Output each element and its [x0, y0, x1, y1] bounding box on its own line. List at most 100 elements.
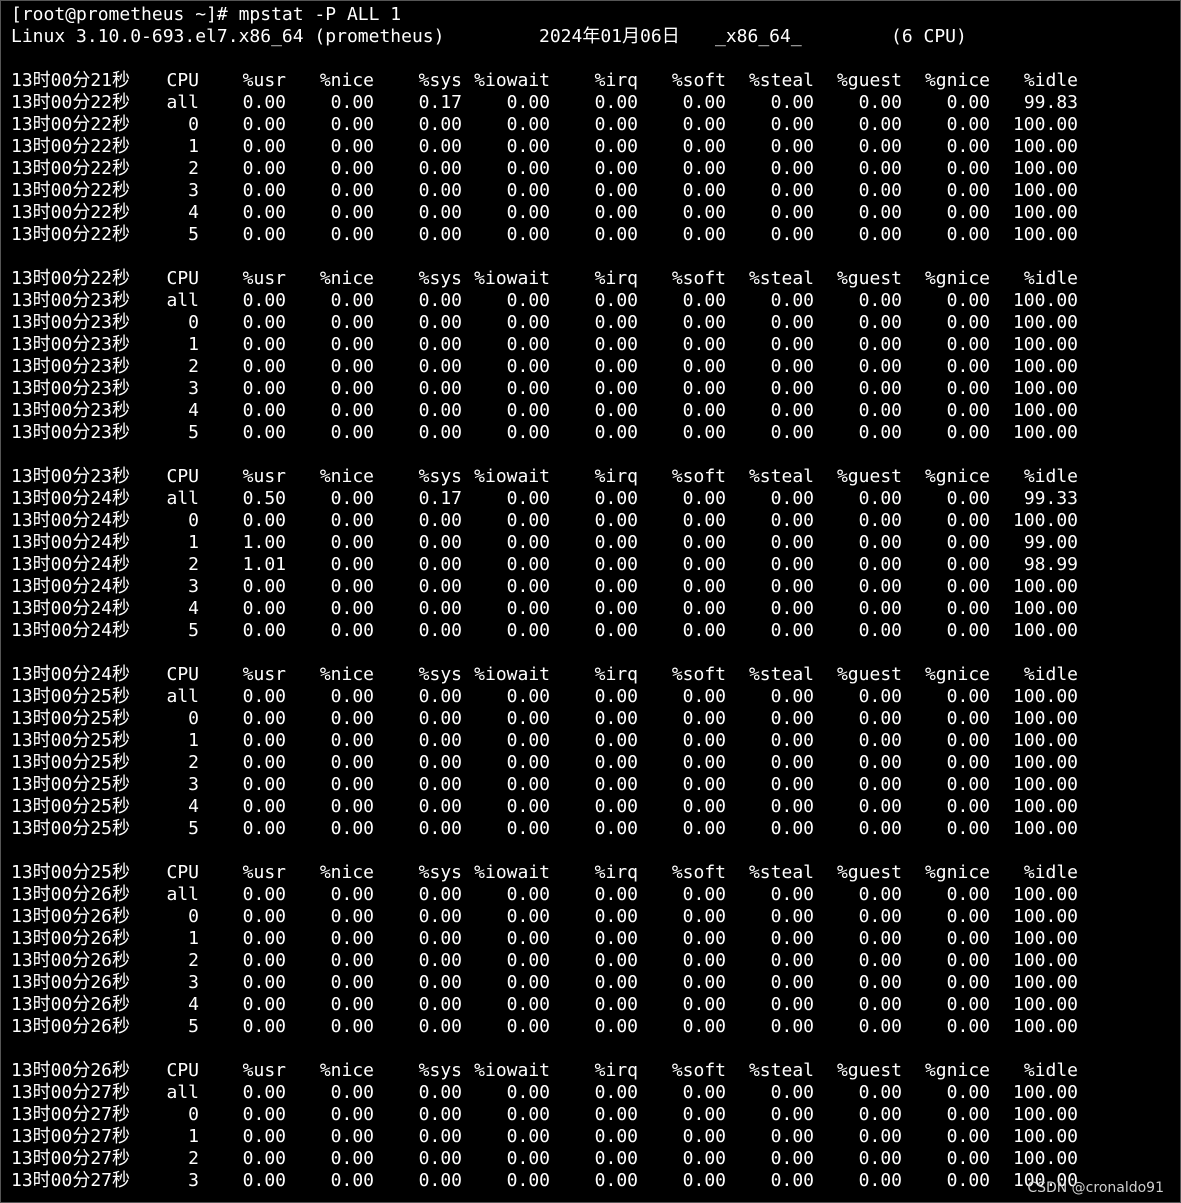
metric-cell: 0.00 [858, 1126, 902, 1147]
metric-cell: 0.00 [330, 400, 374, 421]
metric-cell: 0.17 [418, 92, 462, 113]
watermark: CSDN @cronaldo91 [1027, 1180, 1164, 1196]
table-row: 13时00分27秒 1 0.00 0.00 0.00 0.00 0.00 0.00 0.00 0.… [11, 1126, 1161, 1148]
metric-cell: 0.00 [946, 532, 990, 553]
table-row: 13时00分25秒 5 0.00 0.00 0.00 0.00 0.00 0.00 0.00 0.… [11, 818, 1161, 840]
metric-cell: 0.00 [506, 708, 550, 729]
metric-cell: 0.00 [858, 598, 902, 619]
metric-cell: 0.00 [682, 818, 726, 839]
metric-cell: 0.00 [330, 752, 374, 773]
metric-cell: 0.00 [330, 92, 374, 113]
metric-cell: 0.00 [242, 422, 286, 443]
metric-cell: 0.00 [770, 1082, 814, 1103]
metric-cell: 0.00 [858, 774, 902, 795]
metric-cell: 0.00 [946, 972, 990, 993]
metric-cell: 100.00 [1012, 1126, 1078, 1147]
column-header: %soft [671, 862, 726, 883]
column-header: %sys [418, 268, 462, 289]
column-header: %sys [418, 862, 462, 883]
metric-cell: 0.00 [858, 92, 902, 113]
metric-cell: 0.00 [506, 972, 550, 993]
column-header: %soft [671, 70, 726, 91]
metric-cell: 0.00 [682, 224, 726, 245]
metric-cell: 0.00 [770, 818, 814, 839]
metric-cell: 0.00 [594, 620, 638, 641]
metric-cell: 0.00 [770, 884, 814, 905]
column-header: %irq [594, 268, 638, 289]
metric-cell: 100.00 [1012, 136, 1078, 157]
cpu-id-cell: 3 [188, 972, 199, 993]
metric-cell: 0.00 [682, 972, 726, 993]
cpu-id-cell: 4 [188, 400, 199, 421]
column-header: %sys [418, 466, 462, 487]
metric-cell: 0.00 [858, 576, 902, 597]
column-header: %steal [748, 664, 814, 685]
metric-cell: 0.00 [946, 796, 990, 817]
metric-cell: 0.00 [330, 950, 374, 971]
metric-cell: 0.00 [594, 290, 638, 311]
metric-cell: 0.00 [242, 180, 286, 201]
metric-cell: 0.00 [330, 730, 374, 751]
column-header: %usr [242, 466, 286, 487]
metric-cell: 0.00 [682, 202, 726, 223]
metric-cell: 0.00 [242, 202, 286, 223]
metric-cell: 0.00 [506, 532, 550, 553]
cpu-id-cell: 3 [188, 180, 199, 201]
cpu-id-cell: 0 [188, 312, 199, 333]
metric-cell: 0.00 [682, 356, 726, 377]
metric-cell: 0.00 [770, 290, 814, 311]
metric-cell: 0.00 [330, 334, 374, 355]
metric-cell: 0.00 [770, 950, 814, 971]
metric-cell: 0.00 [594, 598, 638, 619]
cpu-id-cell: 1 [188, 928, 199, 949]
table-row: 13时00分24秒 3 0.00 0.00 0.00 0.00 0.00 0.00 0.00 0.… [11, 576, 1161, 598]
metric-cell: 0.00 [946, 92, 990, 113]
metric-cell: 0.00 [682, 334, 726, 355]
table-row: 13时00分27秒 0 0.00 0.00 0.00 0.00 0.00 0.00 0.00 0.… [11, 1104, 1161, 1126]
table-row: 13时00分22秒 4 0.00 0.00 0.00 0.00 0.00 0.00 0.00 0.… [11, 202, 1161, 224]
metric-cell: 0.00 [946, 1082, 990, 1103]
metric-cell: 0.00 [242, 114, 286, 135]
metric-cell: 0.00 [242, 774, 286, 795]
metric-cell: 0.00 [418, 180, 462, 201]
metric-cell: 0.00 [594, 1016, 638, 1037]
metric-cell: 100.00 [1012, 158, 1078, 179]
metric-cell: 1.01 [242, 554, 286, 575]
cpu-id-cell: 4 [188, 598, 199, 619]
metric-cell: 0.00 [946, 576, 990, 597]
metric-cell: 0.00 [594, 686, 638, 707]
cpu-id-cell: 3 [188, 576, 199, 597]
metric-cell: 0.00 [242, 1104, 286, 1125]
metric-cell: 0.00 [330, 1082, 374, 1103]
metric-cell: 100.00 [1012, 1104, 1078, 1125]
metric-cell: 0.00 [682, 1148, 726, 1169]
metric-cell: 0.00 [242, 1082, 286, 1103]
metric-cell: 0.00 [858, 796, 902, 817]
metric-cell: 0.00 [858, 686, 902, 707]
cpu-id-cell: 1 [188, 136, 199, 157]
column-header: %irq [594, 466, 638, 487]
metric-cell: 0.00 [594, 92, 638, 113]
terminal-window[interactable]: [root@prometheus ~]# mpstat -P ALL 1 Lin… [0, 0, 1181, 1203]
column-header: %soft [671, 268, 726, 289]
metric-cell: 0.00 [242, 994, 286, 1015]
table-row: 13时00分26秒 5 0.00 0.00 0.00 0.00 0.00 0.00 0.00 0.… [11, 1016, 1161, 1038]
metric-cell: 0.00 [594, 1104, 638, 1125]
table-row: 13时00分25秒 1 0.00 0.00 0.00 0.00 0.00 0.00 0.00 0.… [11, 730, 1161, 752]
system-info-line: Linux 3.10.0-693.el7.x86_64 (prometheus)… [11, 26, 1161, 48]
metric-cell: 0.00 [330, 180, 374, 201]
metric-cell: 0.00 [506, 774, 550, 795]
metric-cell: 0.00 [770, 224, 814, 245]
cpu-id-cell: 1 [188, 1126, 199, 1147]
metric-cell: 0.00 [946, 1104, 990, 1125]
column-header: %irq [594, 862, 638, 883]
metric-cell: 0.00 [242, 224, 286, 245]
metric-cell: 0.00 [946, 290, 990, 311]
metric-cell: 0.00 [946, 356, 990, 377]
metric-cell: 100.00 [1012, 224, 1078, 245]
metric-cell: 100.00 [1012, 972, 1078, 993]
metric-cell: 0.00 [682, 1170, 726, 1191]
metric-cell: 0.00 [418, 400, 462, 421]
metric-cell: 0.00 [594, 532, 638, 553]
metric-cell: 0.00 [770, 158, 814, 179]
